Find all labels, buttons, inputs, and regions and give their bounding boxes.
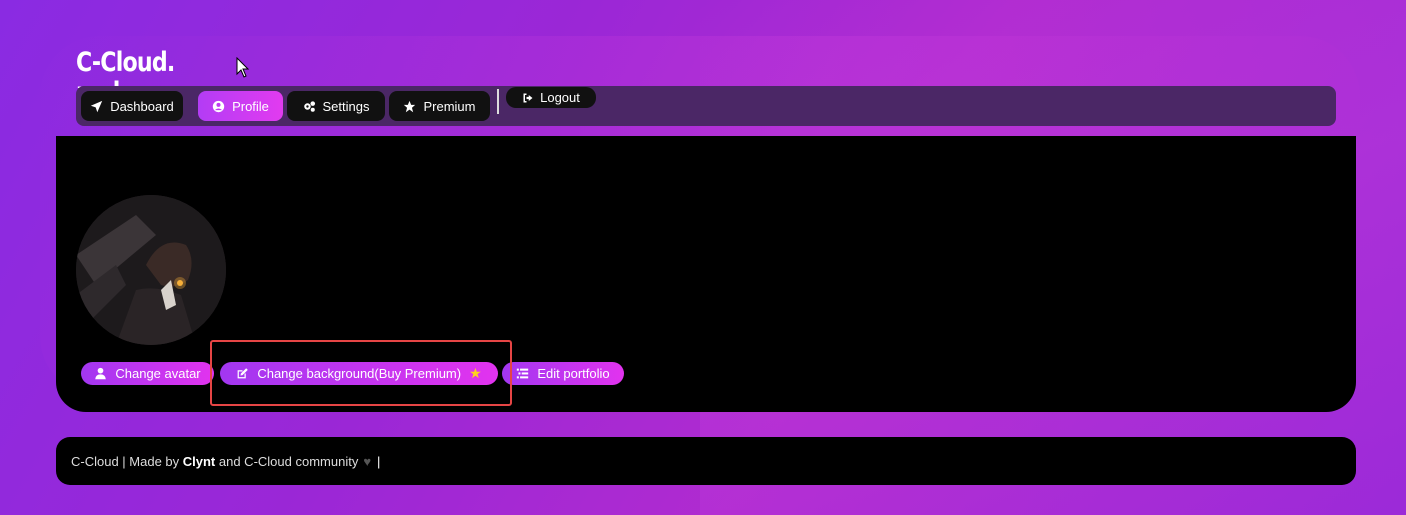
footer-author[interactable]: Clynt xyxy=(183,454,216,469)
nav-dashboard-button[interactable]: Dashboard xyxy=(81,91,183,121)
edit-portfolio-label: Edit portfolio xyxy=(537,366,610,381)
mouse-cursor-icon xyxy=(236,57,250,78)
nav-premium-button[interactable]: Premium xyxy=(389,91,490,121)
logo-title: C-Cloud. xyxy=(76,48,175,78)
footer-prefix: C-Cloud | Made by xyxy=(71,453,183,469)
user-icon xyxy=(95,367,107,380)
highlight-box xyxy=(210,340,512,406)
sign-out-icon xyxy=(523,93,533,102)
logout-label: Logout xyxy=(540,90,580,105)
nav-profile-label: Profile xyxy=(232,98,269,114)
edit-portfolio-button[interactable]: Edit portfolio xyxy=(502,362,624,385)
footer-suffix: and C-Cloud community xyxy=(215,453,359,469)
list-icon xyxy=(517,368,529,379)
footer: C-Cloud | Made by Clynt and C-Cloud comm… xyxy=(56,437,1356,485)
user-circle-icon xyxy=(212,100,225,112)
change-avatar-label: Change avatar xyxy=(115,366,201,381)
nav-premium-label: Premium xyxy=(423,98,476,114)
footer-end: | xyxy=(377,453,381,469)
avatar-image xyxy=(76,195,226,345)
paper-plane-icon xyxy=(91,100,103,112)
profile-card: Change avatar Change background(Buy Prem… xyxy=(56,136,1356,412)
nav-dashboard-label: Dashboard xyxy=(110,98,174,114)
gears-icon xyxy=(303,100,315,112)
nav-settings-button[interactable]: Settings xyxy=(287,91,385,121)
main-nav: Dashboard Profile Settings Premium Logou… xyxy=(76,86,1336,126)
nav-divider xyxy=(497,89,499,114)
site-logo[interactable]: C-Cloud. rocks xyxy=(76,48,191,88)
change-avatar-button[interactable]: Change avatar xyxy=(81,362,214,385)
nav-settings-label: Settings xyxy=(322,98,370,114)
logout-button[interactable]: Logout xyxy=(506,87,596,108)
star-icon xyxy=(404,100,416,112)
heart-icon: ♥ xyxy=(363,453,372,469)
profile-avatar[interactable] xyxy=(76,195,226,345)
nav-profile-button[interactable]: Profile xyxy=(198,91,283,121)
